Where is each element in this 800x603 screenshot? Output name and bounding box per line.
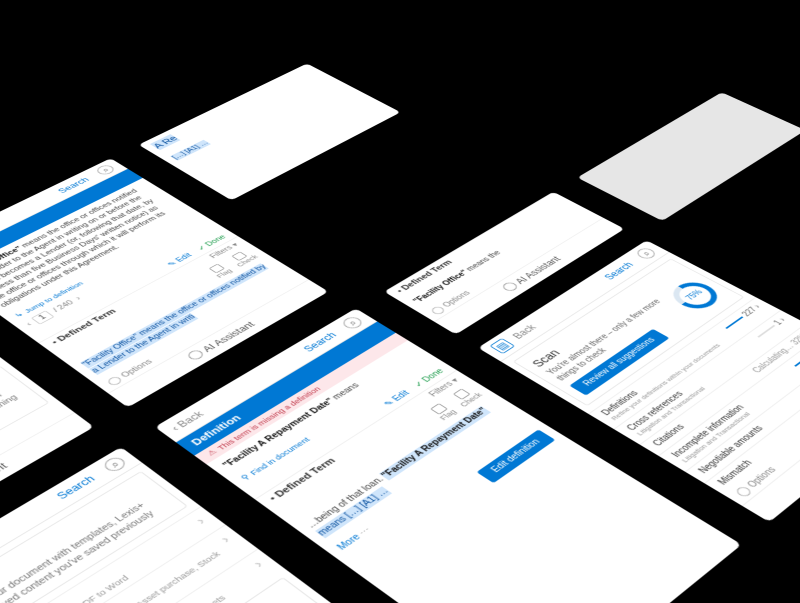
gear-icon: [734, 485, 753, 498]
search-icon[interactable]: ⌕: [340, 315, 366, 330]
search-icon[interactable]: ⌕: [94, 164, 117, 176]
search-icon[interactable]: ⌕: [101, 455, 129, 474]
progress-value: 75%: [673, 282, 718, 309]
panel-right-edge: [577, 92, 800, 221]
panel-rep-fragment: A Re […] [A1] …: [138, 63, 400, 200]
search-link[interactable]: Search: [54, 473, 98, 501]
chevron-right-icon: ›: [192, 515, 208, 526]
scan-icon[interactable]: ▤: [489, 338, 515, 354]
back-button[interactable]: Back: [510, 323, 539, 341]
chevron-right-icon: ›: [250, 558, 267, 570]
pager-prev[interactable]: ‹: [25, 321, 34, 327]
gear-icon: [430, 305, 447, 315]
rep-title: A Re: [138, 63, 327, 156]
ai-logo-icon: [185, 349, 205, 362]
search-link[interactable]: Search: [602, 260, 636, 281]
pager-next[interactable]: ›: [74, 295, 83, 301]
search-icon[interactable]: ⌕: [634, 246, 658, 260]
